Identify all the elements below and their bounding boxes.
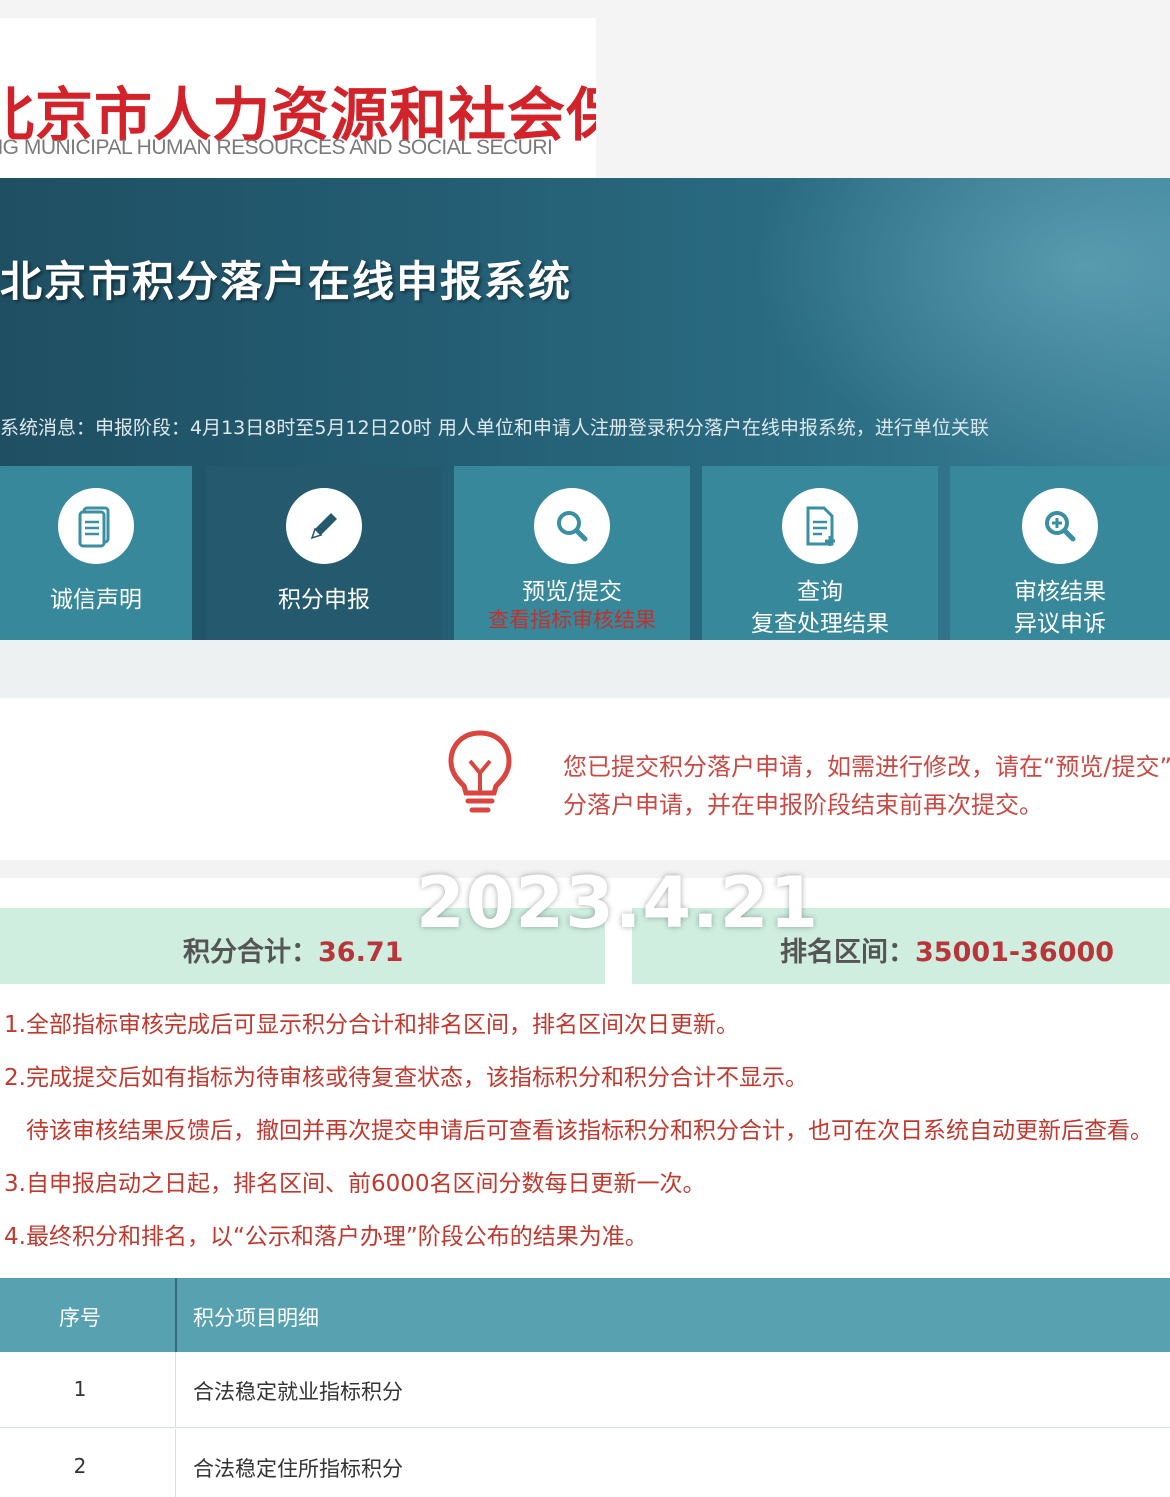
nav-tile-integrity[interactable]: 诚信声明 xyxy=(0,466,192,640)
notice-line: 您已提交积分落户申请，如需进行修改，请在“预览/提交”中撤回积 xyxy=(563,753,1170,781)
note-item: 2.完成提交后如有指标为待审核或待复查状态，该指标积分和积分合计不显示。 xyxy=(4,1065,808,1091)
table-row[interactable]: 2 合法稳定住所指标积分 xyxy=(0,1429,1170,1497)
note-item: 待该审核结果反馈后，撤回并再次提交申请后可查看该指标积分和积分合计，也可在次日系… xyxy=(26,1118,1153,1144)
ministry-logo[interactable]: 北京市人力资源和社会保 NG MUNICIPAL HUMAN RESOURCES… xyxy=(0,18,596,184)
nav-tile-label: 审核结果 xyxy=(1014,579,1106,605)
zoom-in-icon xyxy=(1022,488,1098,564)
column-header-item: 积分项目明细 xyxy=(193,1306,319,1330)
main-nav: 诚信声明 积分申报 预览/提交 查看指标审核结果 查询 复查处理结果 审核结果 … xyxy=(0,466,1170,640)
notice-line: 分落户申请，并在申报阶段结束前再次提交。 xyxy=(563,791,1043,819)
row-index: 2 xyxy=(73,1454,87,1478)
column-header-index: 序号 xyxy=(59,1306,101,1330)
nav-tile-label: 积分申报 xyxy=(278,587,370,613)
nav-tile-label: 查询 xyxy=(797,579,843,605)
score-total: 积分合计：36.71 xyxy=(183,930,403,969)
row-index: 1 xyxy=(73,1377,87,1401)
note-item: 3.自申报启动之日起，排名区间、前6000名区间分数每日更新一次。 xyxy=(4,1171,706,1197)
rank-range: 排名区间：35001-36000 xyxy=(780,930,1114,969)
system-message: 系统消息：申报阶段：4月13日8时至5月12日20时 用人单位和申请人注册登录积… xyxy=(0,417,989,439)
search-icon xyxy=(534,488,610,564)
nav-tile-declare[interactable]: 积分申报 xyxy=(206,466,442,640)
row-item-name: 合法稳定就业指标积分 xyxy=(193,1380,403,1404)
system-title: 北京市积分落户在线申报系统 xyxy=(0,257,573,306)
column-divider xyxy=(175,1429,176,1497)
date-watermark: 2023.4.21 xyxy=(416,862,820,944)
score-total-label: 积分合计： xyxy=(183,937,318,968)
column-divider xyxy=(175,1352,176,1428)
nav-tile-label: 诚信声明 xyxy=(50,587,142,613)
nav-tile-sublabel: 复查处理结果 xyxy=(751,611,889,637)
table-header: 序号 积分项目明细 xyxy=(0,1278,1170,1352)
file-plus-icon xyxy=(782,488,858,564)
column-divider xyxy=(175,1278,177,1352)
nav-tile-query[interactable]: 查询 复查处理结果 xyxy=(702,466,938,640)
notes-list: 1.全部指标审核完成后可显示积分合计和排名区间，排名区间次日更新。 2.完成提交… xyxy=(0,1005,1170,1270)
row-item-name: 合法稳定住所指标积分 xyxy=(193,1457,403,1481)
score-total-value: 36.71 xyxy=(318,937,404,968)
lightbulb-icon xyxy=(448,730,512,813)
nav-tile-sublabel: 查看指标审核结果 xyxy=(488,608,656,632)
rank-range-value: 35001-36000 xyxy=(915,937,1115,968)
section-divider xyxy=(0,640,1170,698)
nav-tile-review-result[interactable]: 审核结果 异议申诉 xyxy=(950,466,1170,640)
system-banner: 北京市积分落户在线申报系统 系统消息：申报阶段：4月13日8时至5月12日20时… xyxy=(0,178,1170,640)
note-item: 1.全部指标审核完成后可显示积分合计和排名区间，排名区间次日更新。 xyxy=(4,1012,739,1038)
table-row[interactable]: 1 合法稳定就业指标积分 xyxy=(0,1352,1170,1428)
nav-tile-sublabel: 异议申诉 xyxy=(1014,611,1106,637)
logo-english-name: NG MUNICIPAL HUMAN RESOURCES AND SOCIAL … xyxy=(0,136,553,159)
notice-text: 您已提交积分落户申请，如需进行修改，请在“预览/提交”中撤回积 分落户申请，并在… xyxy=(563,748,1170,824)
document-icon xyxy=(58,488,134,564)
nav-tile-label: 预览/提交 xyxy=(522,579,622,605)
pencil-icon xyxy=(286,488,362,564)
note-item: 4.最终积分和排名，以“公示和落户办理”阶段公布的结果为准。 xyxy=(4,1224,648,1250)
nav-tile-preview-submit[interactable]: 预览/提交 查看指标审核结果 xyxy=(454,466,690,640)
